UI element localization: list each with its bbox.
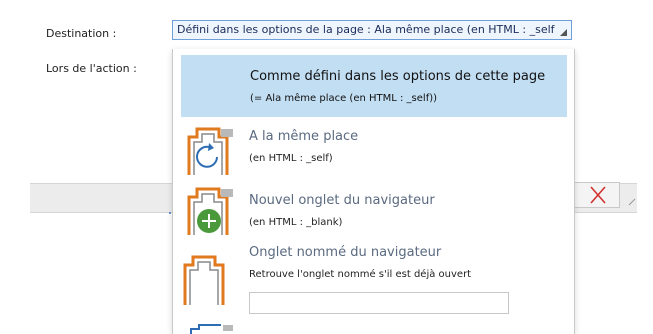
new-tab-icon	[187, 187, 233, 235]
destination-select-value: Défini dans les options de la page : Ala…	[177, 23, 555, 36]
destination-select[interactable]: Défini dans les options de la page : Ala…	[172, 20, 572, 40]
next-option-icon	[190, 324, 233, 334]
close-button[interactable]	[574, 182, 620, 208]
option-page-default[interactable]: Comme défini dans les options de cette p…	[181, 55, 567, 117]
option-subtitle: (en HTML : _self)	[249, 153, 333, 164]
option-title: Onglet nommé du navigateur	[249, 245, 442, 260]
option-title: Comme défini dans les options de cette p…	[250, 69, 546, 84]
option-new-tab[interactable]: Nouvel onglet du navigateur (en HTML : _…	[173, 181, 574, 241]
action-label: Lors de l'action :	[46, 62, 137, 75]
resize-grip-icon[interactable]	[628, 198, 636, 206]
named-tab-icon	[183, 255, 225, 305]
option-title: Nouvel onglet du navigateur	[249, 193, 435, 208]
option-title: A la même place	[249, 129, 359, 144]
option-named-tab[interactable]: Onglet nommé du navigateur Retrouve l'on…	[173, 241, 574, 334]
option-subtitle: Retrouve l'onglet nommé s'il est déjà ou…	[249, 269, 472, 280]
destination-label: Destination :	[46, 27, 117, 40]
destination-dropdown: Comme défini dans les options de cette p…	[172, 49, 575, 334]
select-resize-icon	[560, 29, 567, 36]
option-same-place[interactable]: A la même place (en HTML : _self)	[173, 119, 574, 181]
option-subtitle: (en HTML : _blank)	[249, 217, 343, 228]
same-place-icon	[187, 127, 233, 175]
tab-name-input[interactable]	[249, 292, 509, 314]
link-marker	[169, 212, 171, 214]
close-icon	[590, 186, 606, 204]
option-subtitle: (= Ala même place (en HTML : _self))	[250, 93, 438, 104]
